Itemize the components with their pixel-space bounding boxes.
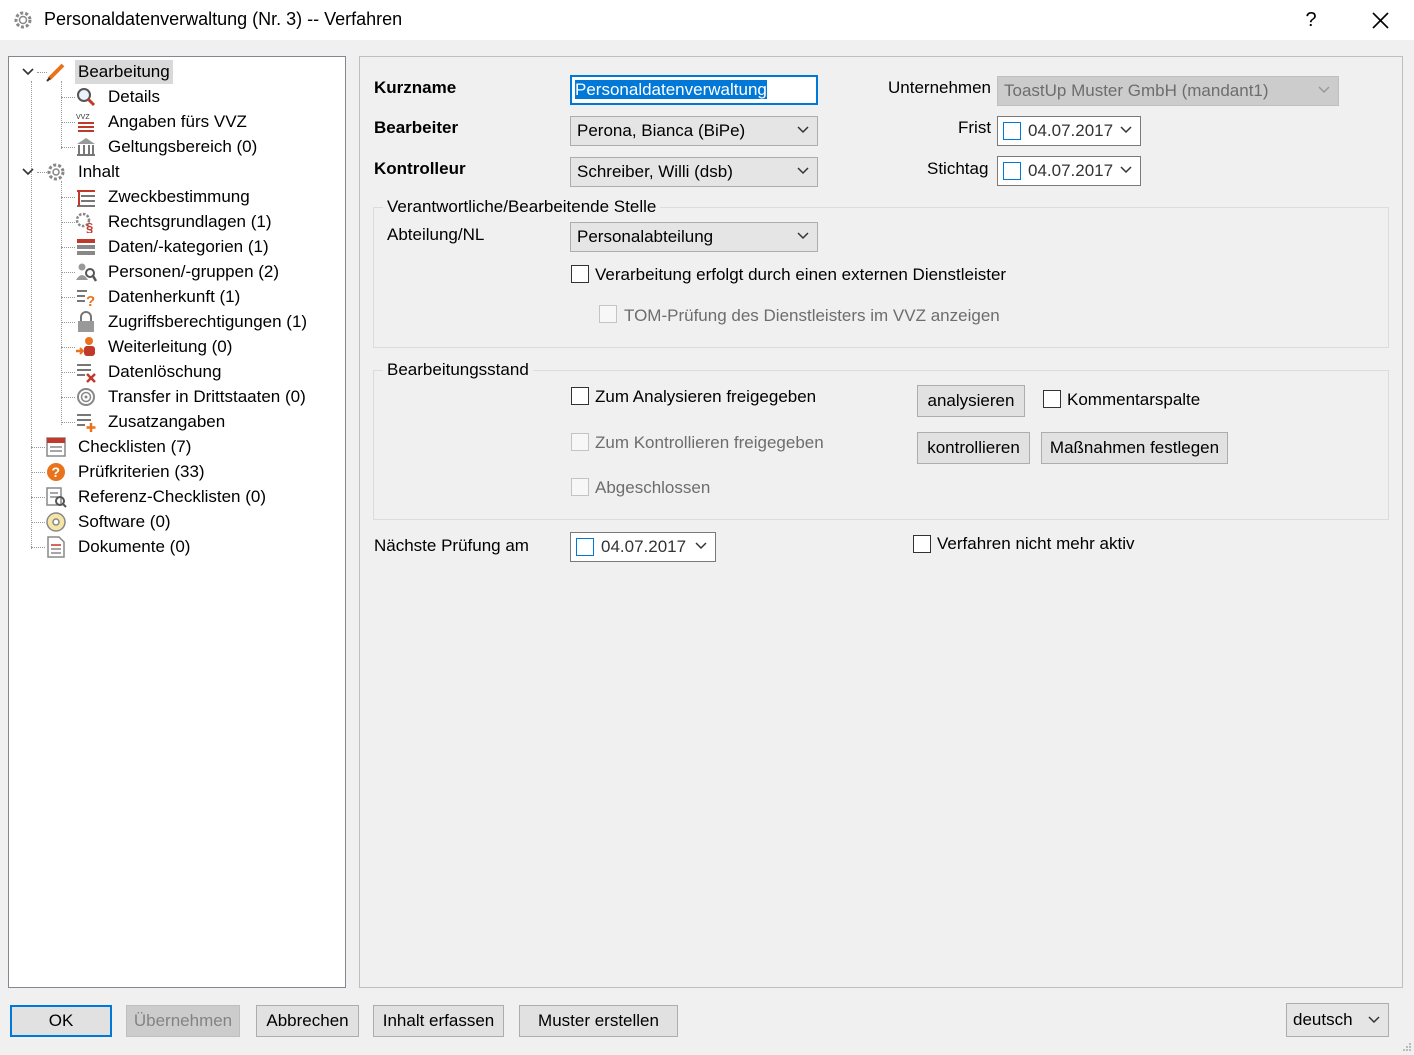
muster-erstellen-button[interactable]: Muster erstellen xyxy=(519,1005,678,1037)
frist-checkbox[interactable] xyxy=(1003,122,1021,140)
abteilung-label: Abteilung/NL xyxy=(387,225,485,244)
abgeschlossen-label: Abgeschlossen xyxy=(595,478,711,497)
frist-label: Frist xyxy=(958,118,992,137)
vvz-list-icon: VVZ xyxy=(76,114,94,132)
kontrollieren-button[interactable]: kontrollieren xyxy=(917,432,1030,464)
close-icon[interactable] xyxy=(1362,4,1398,36)
resize-grip-icon[interactable] xyxy=(1400,1041,1412,1053)
chevron-down-icon xyxy=(797,126,809,134)
naechste-pruefung-label: Nächste Prüfung am xyxy=(374,536,529,555)
delete-list-icon xyxy=(77,364,96,383)
tom-label: TOM-Prüfung des Dienstleisters im VVZ an… xyxy=(624,306,1000,325)
massnahmen-festlegen-button[interactable]: Maßnahmen festlegen xyxy=(1041,432,1228,464)
chevron-down-icon xyxy=(797,167,809,175)
apply-button[interactable]: Übernehmen xyxy=(126,1005,240,1037)
svg-text:VVZ: VVZ xyxy=(76,114,90,121)
kommentarspalte-label: Kommentarspalte xyxy=(1067,390,1201,409)
reference-checklist-icon xyxy=(46,487,67,508)
bearbeitungsstand-group-title: Bearbeitungsstand xyxy=(383,360,533,380)
tom-checkbox[interactable] xyxy=(599,305,617,323)
kurzname-input[interactable]: Personaldatenverwaltung xyxy=(570,75,818,105)
forward-person-icon xyxy=(76,337,95,356)
people-search-icon xyxy=(76,263,97,282)
chevron-down-icon xyxy=(1120,166,1132,174)
stichtag-label: Stichtag xyxy=(927,159,989,178)
gear-icon xyxy=(14,11,32,29)
paragraph-gear-icon: § xyxy=(75,212,93,233)
data-stack-icon xyxy=(77,239,95,255)
question-badge-icon: ? xyxy=(47,463,65,481)
question-list-icon: ? xyxy=(77,290,95,308)
details-panel xyxy=(359,56,1403,988)
add-list-icon xyxy=(77,414,96,432)
navigation-tree[interactable]: Bearbeitung Details VVZ Angaben fürs VVZ… xyxy=(8,56,346,988)
nicht-aktiv-checkbox[interactable] xyxy=(913,535,931,553)
stelle-group-title: Verantwortliche/Bearbeitende Stelle xyxy=(383,197,661,217)
lock-icon xyxy=(78,311,94,332)
kurzname-label: Kurzname xyxy=(374,78,457,97)
chevron-down-icon xyxy=(695,542,707,550)
gear-icon xyxy=(47,163,65,181)
chevron-down-icon xyxy=(1318,86,1330,94)
analysieren-button[interactable]: analysieren xyxy=(917,385,1025,417)
title-bar: Personaldatenverwaltung (Nr. 3) -- Verfa… xyxy=(0,0,1414,40)
chevron-down-icon xyxy=(797,232,809,240)
ok-button[interactable]: OK xyxy=(10,1005,112,1037)
cd-icon xyxy=(46,512,66,532)
cancel-button[interactable]: Abbrechen xyxy=(256,1005,359,1037)
unternehmen-label: Unternehmen xyxy=(888,78,992,97)
chevron-down-icon xyxy=(1368,1016,1380,1024)
extern-checkbox[interactable] xyxy=(571,265,589,283)
inhalt-erfassen-button[interactable]: Inhalt erfassen xyxy=(373,1005,504,1037)
analyse-label: Zum Analysieren freigegeben xyxy=(595,387,817,406)
help-button[interactable]: ? xyxy=(1296,4,1326,36)
unternehmen-select: ToastUp Muster GmbH (mandant1) xyxy=(997,76,1339,106)
document-icon xyxy=(47,536,65,558)
analyse-checkbox[interactable] xyxy=(571,387,589,405)
chevron-down-icon xyxy=(1120,126,1132,134)
building-icon xyxy=(77,138,95,156)
abgeschlossen-checkbox[interactable] xyxy=(571,478,589,496)
pencil-icon xyxy=(46,63,65,82)
stichtag-date-picker[interactable]: 04.07.2017 xyxy=(997,156,1141,186)
svg-text:§: § xyxy=(86,220,93,233)
tree-label: Bearbeitung xyxy=(75,60,173,84)
collapse-chevron-icon[interactable] xyxy=(21,165,35,179)
magnifier-icon xyxy=(77,88,96,107)
nicht-aktiv-label: Verfahren nicht mehr aktiv xyxy=(937,534,1135,553)
naechste-pruefung-checkbox[interactable] xyxy=(576,538,594,556)
extern-label: Verarbeitung erfolgt durch einen externe… xyxy=(595,265,1007,284)
kontrolleur-select[interactable]: Schreiber, Willi (dsb) xyxy=(570,157,818,187)
list-icon xyxy=(77,190,95,207)
stichtag-checkbox[interactable] xyxy=(1003,162,1021,180)
bearbeitungsstand-group xyxy=(373,370,1389,520)
frist-date-picker[interactable]: 04.07.2017 xyxy=(997,116,1141,146)
window-title: Personaldatenverwaltung (Nr. 3) -- Verfa… xyxy=(44,9,403,29)
kontrolle-label: Zum Kontrollieren freigegeben xyxy=(595,433,824,452)
language-select[interactable]: deutsch xyxy=(1286,1003,1389,1037)
svg-text:?: ? xyxy=(52,464,61,480)
svg-text:?: ? xyxy=(86,293,95,308)
checklist-icon xyxy=(46,437,66,457)
kontrolleur-label: Kontrolleur xyxy=(374,159,466,178)
collapse-chevron-icon[interactable] xyxy=(21,65,35,79)
naechste-pruefung-date-picker[interactable]: 04.07.2017 xyxy=(570,532,716,562)
bearbeiter-select[interactable]: Perona, Bianca (BiPe) xyxy=(570,116,818,146)
kommentarspalte-checkbox[interactable] xyxy=(1043,390,1061,408)
bearbeiter-label: Bearbeiter xyxy=(374,118,459,137)
kontrolle-checkbox[interactable] xyxy=(571,433,589,451)
globe-icon xyxy=(77,388,95,406)
abteilung-select[interactable]: Personalabteilung xyxy=(570,222,818,252)
